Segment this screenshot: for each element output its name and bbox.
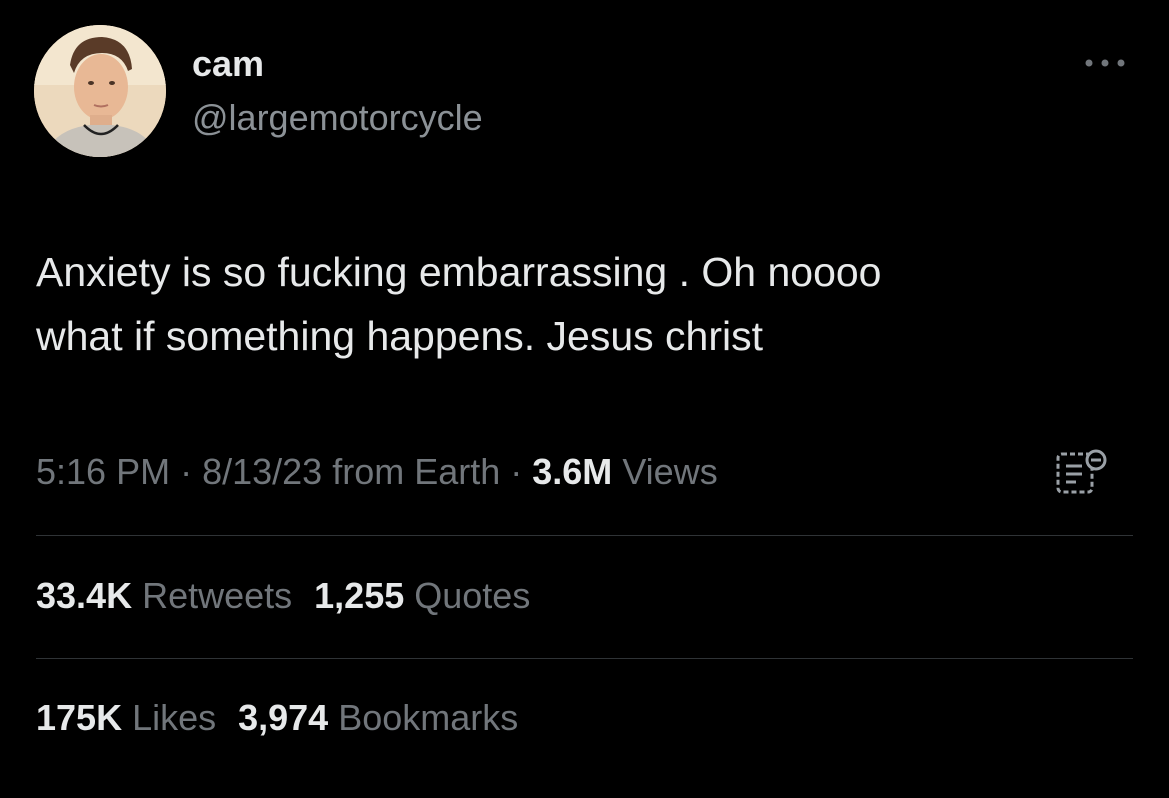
tweet-date[interactable]: 8/13/23 (202, 451, 322, 492)
stats-row-shares: 33.4K Retweets 1,255 Quotes (36, 572, 552, 620)
views-count: 3.6M (532, 451, 613, 492)
user-handle[interactable]: @largemotorcycle (192, 96, 483, 140)
quotes-stat[interactable]: 1,255 Quotes (314, 575, 530, 616)
bookmarks-count: 3,974 (238, 697, 329, 738)
tweet-text: Anxiety is so fucking embarrassing . Oh … (36, 249, 882, 359)
stats-row-likes: 175K Likes 3,974 Bookmarks (36, 694, 540, 742)
avatar[interactable] (34, 25, 166, 157)
likes-label: Likes (122, 697, 217, 738)
meta-separator: · (170, 451, 203, 492)
avatar-image (34, 25, 166, 157)
tweet: cam @largemotorcycle Anxiety is so fucki… (0, 0, 1169, 798)
retweets-stat[interactable]: 33.4K Retweets (36, 575, 292, 616)
quotes-label: Quotes (404, 575, 531, 616)
bookmarks-stat[interactable]: 3,974 Bookmarks (238, 697, 518, 738)
views-label: Views (612, 451, 718, 492)
meta-separator: · (500, 451, 533, 492)
divider (36, 535, 1133, 536)
display-name[interactable]: cam (192, 42, 264, 86)
tweet-source: from Earth (322, 451, 501, 492)
tweet-meta: 5:16 PM · 8/13/23 from Earth · 3.6M View… (36, 448, 718, 496)
more-icon[interactable] (1080, 56, 1130, 70)
likes-stat[interactable]: 175K Likes (36, 697, 216, 738)
retweets-count: 33.4K (36, 575, 133, 616)
analytics-icon[interactable] (1052, 446, 1114, 498)
bookmarks-label: Bookmarks (328, 697, 519, 738)
divider (36, 658, 1133, 659)
likes-count: 175K (36, 697, 123, 738)
quotes-count: 1,255 (314, 575, 405, 616)
retweets-label: Retweets (132, 575, 293, 616)
tweet-time[interactable]: 5:16 PM (36, 451, 170, 492)
